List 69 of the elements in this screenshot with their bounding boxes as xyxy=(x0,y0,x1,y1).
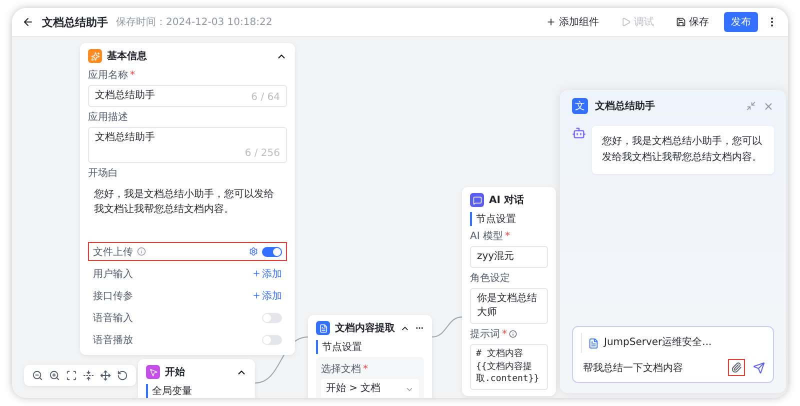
required-mark: * xyxy=(363,364,368,374)
plus-icon xyxy=(546,17,556,27)
panel-title: 基本信息 xyxy=(107,50,148,63)
close-icon[interactable] xyxy=(763,100,774,112)
required-mark: * xyxy=(130,70,135,80)
field-label: 角色设定 xyxy=(470,272,511,285)
chat-icon xyxy=(470,193,484,207)
chat-avatar: 文 xyxy=(572,98,588,114)
field-label: 应用名称 * xyxy=(88,68,136,82)
input-field[interactable]: zyy混元 xyxy=(470,246,548,268)
add-link[interactable]: 添加 xyxy=(252,288,282,302)
setting-label: 语音输入 xyxy=(93,312,133,324)
settings-icon[interactable] xyxy=(249,247,258,256)
document-icon xyxy=(316,321,330,335)
field-label: 开场白 xyxy=(88,167,119,180)
required-mark: * xyxy=(502,328,507,340)
document-select[interactable]: 开始 > 文档 xyxy=(321,379,419,398)
toggle-switch[interactable] xyxy=(262,312,282,322)
move-icon[interactable] xyxy=(100,370,111,381)
field-label: 提示词 * xyxy=(470,327,548,341)
prompt-editor[interactable]: # 文档内容 {{文档内容提取.content}} xyxy=(470,344,548,390)
setting-label: 用户输入 xyxy=(93,268,133,280)
toggle-switch[interactable] xyxy=(262,246,282,256)
play-icon xyxy=(621,17,631,27)
plus-icon xyxy=(252,269,261,278)
fit-view-icon[interactable] xyxy=(66,370,77,381)
publish-button[interactable]: 发布 xyxy=(724,12,758,32)
sparkle-icon xyxy=(88,49,102,63)
opening-text[interactable]: 您好，我是文档总结小助手，您可以发给我文档让我帮您总结文档内容。 xyxy=(88,183,287,239)
shrink-icon[interactable] xyxy=(746,101,756,111)
node-title: 文档内容提取 xyxy=(335,321,395,335)
text-area[interactable]: 你是文档总结大师 xyxy=(470,288,548,324)
zoom-in-icon[interactable] xyxy=(49,370,60,381)
setting-label: 文件上传 xyxy=(93,246,133,258)
plus-icon xyxy=(252,291,261,300)
save-icon xyxy=(676,17,686,27)
required-mark: * xyxy=(504,230,510,242)
node-title: AI 对话 xyxy=(489,194,525,207)
connector-line xyxy=(432,316,462,338)
attach-button[interactable] xyxy=(728,359,745,376)
zoom-out-icon[interactable] xyxy=(32,370,43,381)
section-title: 节点设置 xyxy=(316,340,424,354)
document-icon xyxy=(588,338,599,348)
robot-icon xyxy=(572,126,586,140)
add-link[interactable]: 添加 xyxy=(252,266,282,280)
field-label: 选择文档 * xyxy=(321,362,369,376)
chat-title: 文档总结助手 xyxy=(595,100,656,113)
field-label: AI 模型 * xyxy=(470,230,511,243)
back-icon[interactable] xyxy=(22,16,34,28)
add-button[interactable]: 添加组件 xyxy=(539,12,606,32)
setting-label: 语音播放 xyxy=(93,334,133,346)
text-area[interactable]: 文档总结助手 6 / 256 xyxy=(88,127,287,163)
message-input[interactable]: 帮我总结一下文档内容 xyxy=(581,361,720,374)
send-button[interactable] xyxy=(753,362,765,374)
collapse-icon[interactable] xyxy=(83,370,94,381)
file-name: JumpServer运维安全... xyxy=(604,336,712,350)
undo-icon[interactable] xyxy=(117,370,128,381)
field-label: 应用描述 xyxy=(88,110,129,124)
app-title: 文档总结助手 xyxy=(42,14,108,30)
save-time: 保存时间：2024-12-03 10:18:22 xyxy=(116,16,272,29)
pointer-icon xyxy=(146,365,160,379)
setting-label: 接口传参 xyxy=(93,290,133,302)
node-title: 开始 xyxy=(165,366,186,379)
toggle-switch[interactable] xyxy=(262,334,282,344)
section-title: 节点设置 xyxy=(470,212,548,226)
section-title: 全局变量 xyxy=(146,384,247,398)
save-button[interactable]: 保存 xyxy=(669,12,716,32)
message-bubble: 您好，我是文档总结小助手，您可以发给我文档让我帮您总结文档内容。 xyxy=(592,126,774,174)
input-field[interactable]: 文档总结助手 6 / 64 xyxy=(88,85,287,107)
